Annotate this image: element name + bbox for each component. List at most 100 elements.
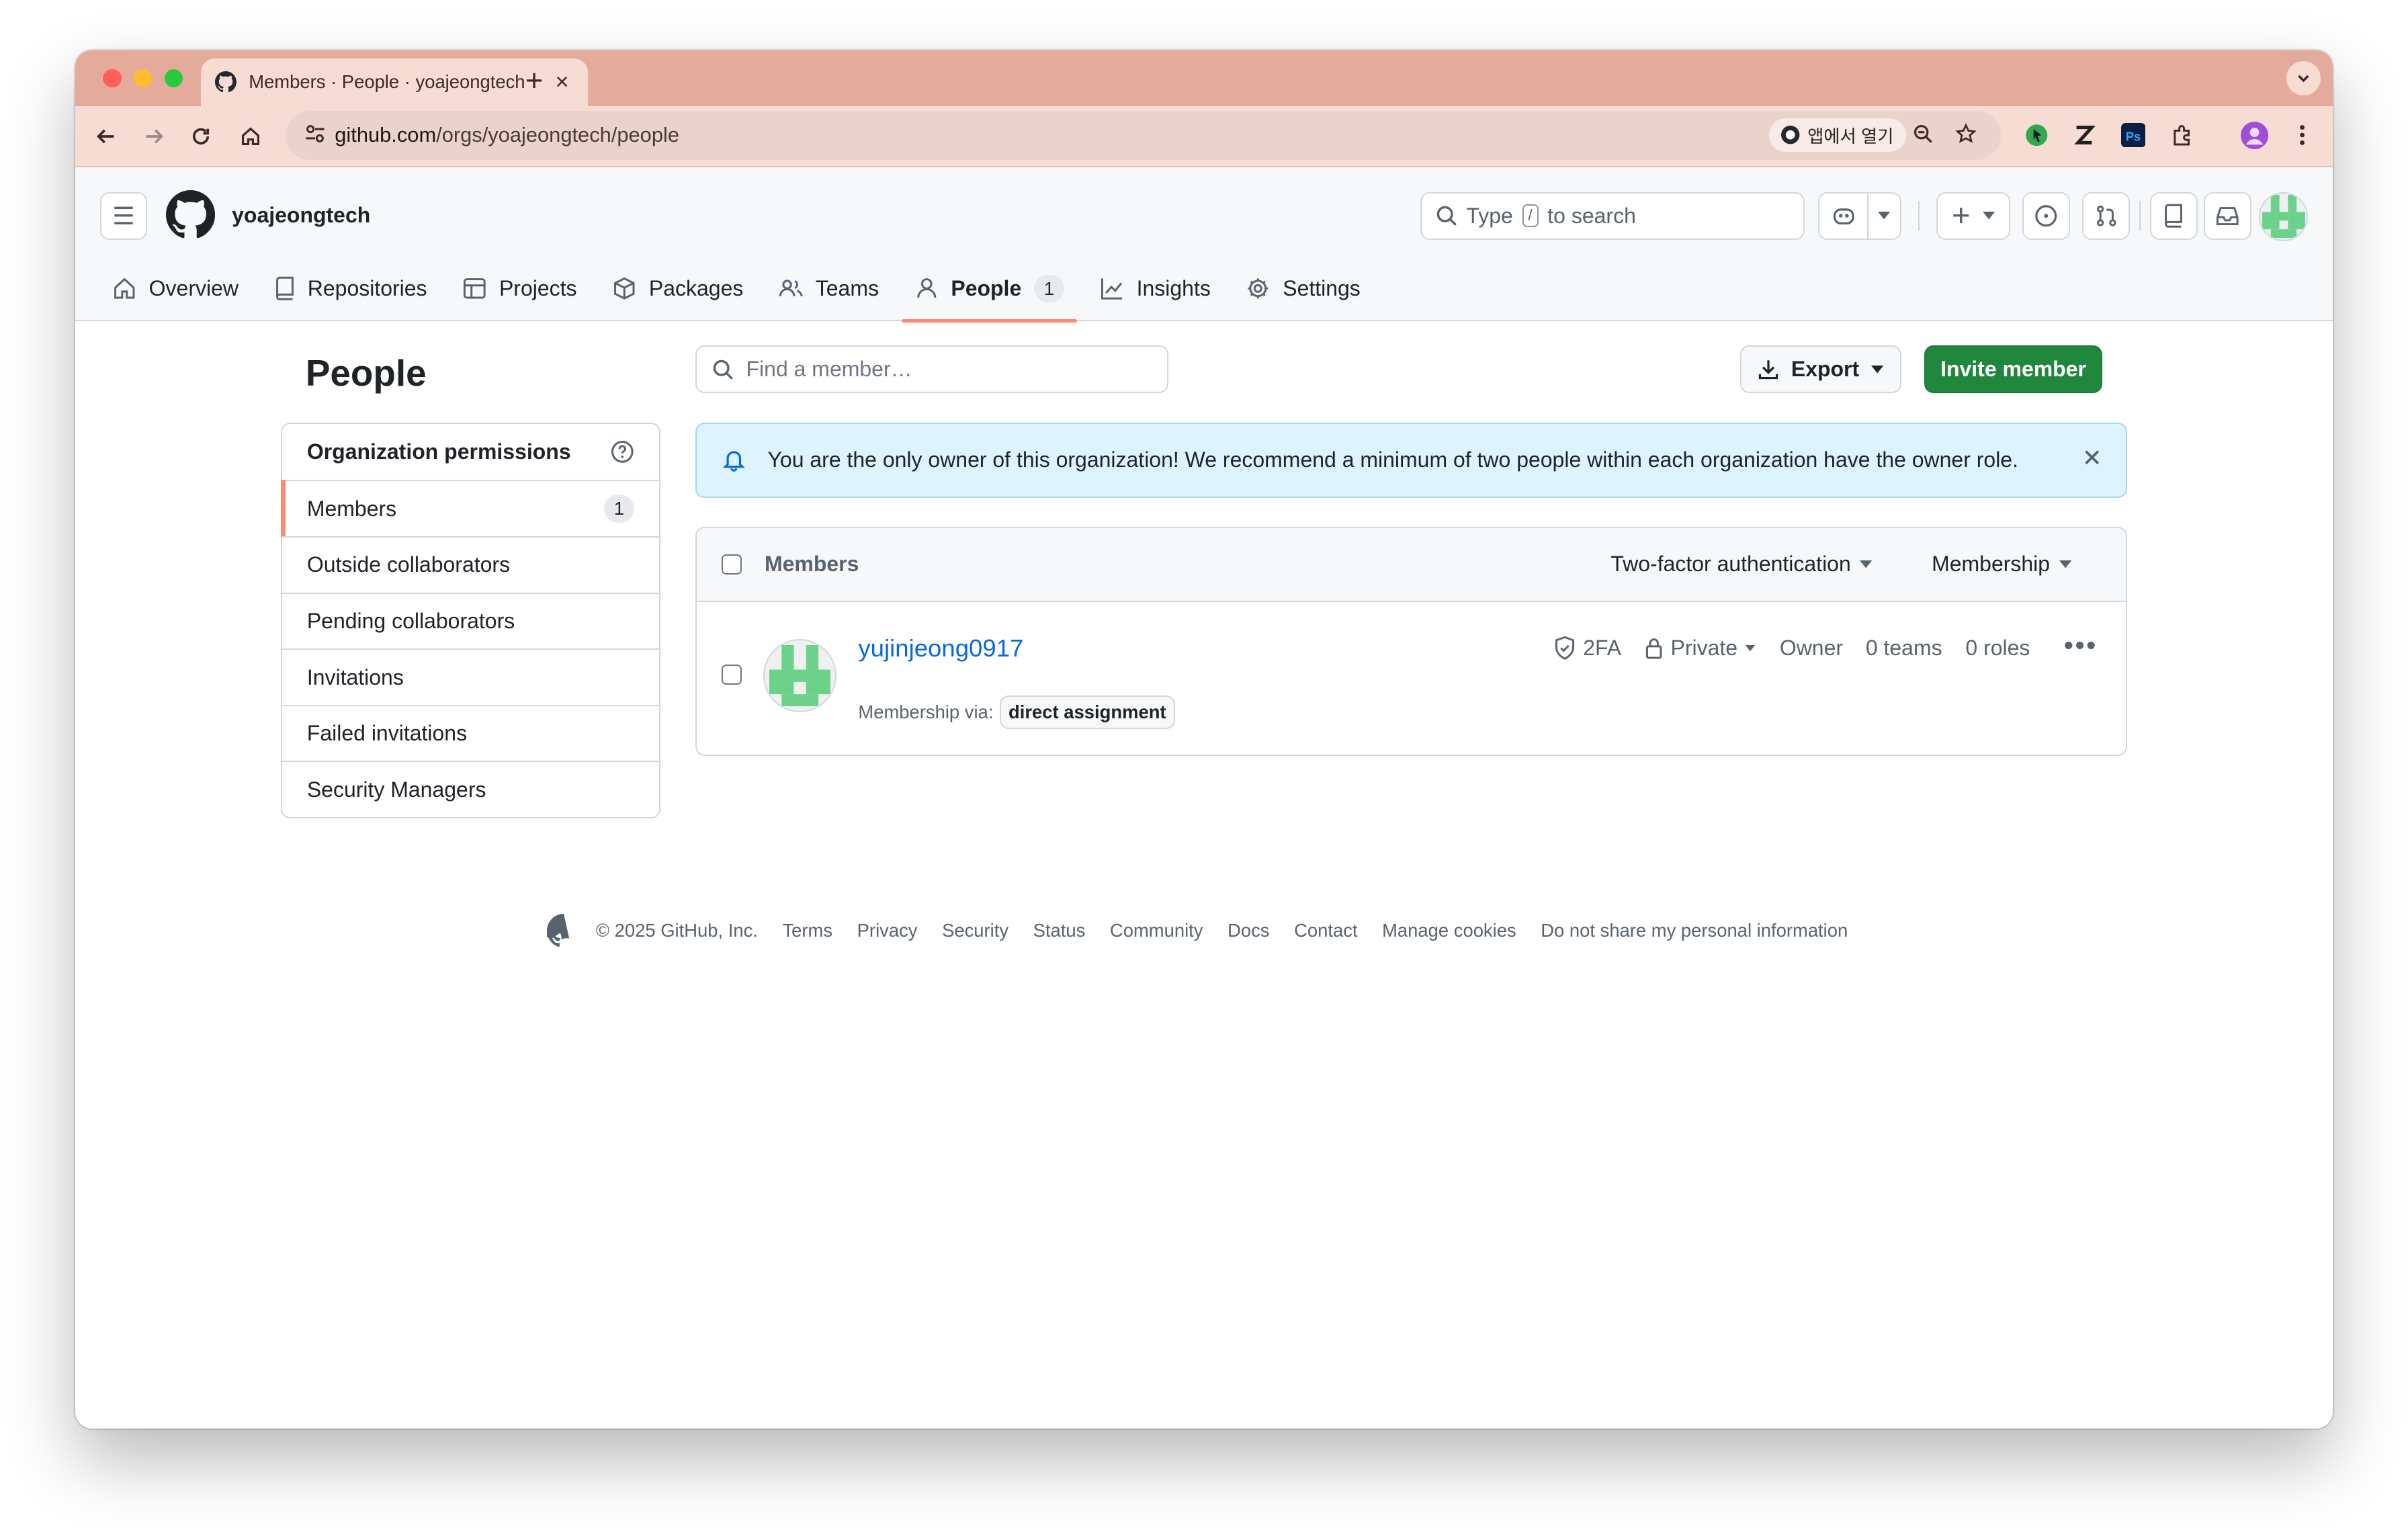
invite-member-button[interactable]: Invite member bbox=[1924, 345, 2103, 394]
tab-overview[interactable]: Overview bbox=[100, 257, 251, 321]
footer-link-privacy[interactable]: Privacy bbox=[857, 920, 918, 941]
tab-search-button[interactable] bbox=[2286, 61, 2321, 95]
gear-icon bbox=[1248, 278, 1268, 299]
org-name-link[interactable]: yoajeongtech bbox=[232, 203, 370, 228]
people-count-badge: 1 bbox=[1033, 275, 1065, 303]
bookmark-star-icon[interactable] bbox=[1954, 123, 1977, 144]
footer-link-manage-cookies[interactable]: Manage cookies bbox=[1382, 920, 1516, 941]
new-tab-icon[interactable]: + bbox=[525, 63, 544, 98]
footer-link-security[interactable]: Security bbox=[942, 920, 1008, 941]
sidebar-item-invitations[interactable]: Invitations bbox=[282, 648, 659, 705]
zoom-icon[interactable] bbox=[1912, 123, 1934, 144]
copilot-button[interactable] bbox=[1818, 192, 1869, 240]
member-teams[interactable]: 0 teams bbox=[1866, 636, 1942, 661]
export-button[interactable]: Export bbox=[1739, 345, 1901, 394]
tab-people[interactable]: People 1 bbox=[902, 257, 1077, 323]
extension-z-icon[interactable] bbox=[2069, 120, 2100, 151]
reload-icon bbox=[193, 128, 210, 145]
caret-down-icon bbox=[1860, 560, 1873, 568]
footer-copyright: © 2025 GitHub, Inc. bbox=[595, 920, 758, 941]
member-username-link[interactable]: yujinjeong0917 bbox=[858, 634, 1023, 663]
footer-link-do-not-share[interactable]: Do not share my personal information bbox=[1541, 920, 1848, 941]
issue-opened-icon bbox=[2035, 205, 2057, 227]
reload-button[interactable] bbox=[184, 120, 218, 153]
question-icon[interactable] bbox=[610, 439, 635, 464]
address-bar[interactable]: github.com/orgs/yoajeongtech/people 앱에서 … bbox=[286, 110, 2002, 160]
extension-cursor-icon[interactable] bbox=[2021, 120, 2052, 151]
svg-text:Ps: Ps bbox=[2125, 129, 2140, 143]
tab-repositories[interactable]: Repositories bbox=[261, 257, 439, 321]
identicon-icon bbox=[2262, 195, 2305, 239]
footer-link-status[interactable]: Status bbox=[1033, 920, 1086, 941]
member-select-checkbox[interactable] bbox=[721, 665, 742, 685]
membership-filter-dropdown[interactable]: Membership bbox=[1932, 552, 2072, 577]
close-icon[interactable] bbox=[2083, 448, 2101, 466]
issues-button[interactable] bbox=[2022, 192, 2071, 240]
sidebar-item-members[interactable]: Members 1 bbox=[280, 479, 659, 538]
sidebar-item-security-managers[interactable]: Security Managers bbox=[282, 761, 659, 817]
url-text: github.com/orgs/yoajeongtech/people bbox=[335, 122, 679, 146]
create-new-button[interactable] bbox=[1936, 192, 2010, 240]
site-settings-icon[interactable] bbox=[304, 123, 326, 144]
forward-button[interactable] bbox=[136, 120, 170, 153]
tab-teams[interactable]: Teams bbox=[767, 257, 892, 321]
identicon-icon bbox=[769, 644, 831, 707]
find-member-input[interactable]: Find a member… bbox=[695, 345, 1169, 394]
footer-link-community[interactable]: Community bbox=[1110, 920, 1203, 941]
repo-icon bbox=[2165, 204, 2183, 228]
notifications-button[interactable] bbox=[2203, 192, 2251, 240]
home-button[interactable] bbox=[233, 120, 267, 153]
more-actions-icon[interactable]: ••• bbox=[2064, 630, 2098, 661]
two-factor-filter-dropdown[interactable]: Two-factor authentication bbox=[1610, 552, 1873, 577]
footer-link-terms[interactable]: Terms bbox=[782, 920, 832, 941]
tab-settings[interactable]: Settings bbox=[1234, 257, 1373, 321]
sidebar-item-failed-invitations[interactable]: Failed invitations bbox=[282, 704, 659, 761]
select-all-checkbox[interactable] bbox=[721, 554, 742, 575]
footer-link-contact[interactable]: Contact bbox=[1294, 920, 1357, 941]
global-search-input[interactable]: Type / to search bbox=[1420, 192, 1805, 240]
tab-packages[interactable]: Packages bbox=[600, 257, 756, 321]
extensions-puzzle-icon[interactable] bbox=[2167, 120, 2198, 151]
maximize-window-button[interactable] bbox=[164, 69, 183, 88]
minimize-window-button[interactable] bbox=[133, 69, 153, 88]
browser-menu-icon[interactable] bbox=[2286, 120, 2317, 151]
global-nav-menu-button[interactable] bbox=[99, 192, 148, 240]
footer-link-docs[interactable]: Docs bbox=[1228, 920, 1269, 941]
members-table-header: Members Two-factor authentication Member… bbox=[697, 527, 2126, 602]
open-in-app-button[interactable]: 앱에서 열기 bbox=[1769, 118, 1906, 153]
page-footer: © 2025 GitHub, Inc. Terms Privacy Securi… bbox=[546, 913, 1848, 947]
visibility-dropdown[interactable]: Private bbox=[1645, 636, 1756, 661]
bell-icon bbox=[722, 451, 745, 472]
pull-requests-button[interactable] bbox=[2082, 192, 2131, 240]
download-icon bbox=[1758, 359, 1778, 379]
user-avatar[interactable] bbox=[2259, 192, 2309, 241]
hamburger-icon bbox=[114, 206, 133, 225]
close-window-button[interactable] bbox=[103, 69, 122, 88]
github-logo-icon[interactable] bbox=[165, 190, 215, 239]
caret-down-icon bbox=[2059, 560, 2072, 568]
github-logo-icon[interactable] bbox=[546, 913, 580, 947]
repo-icon bbox=[275, 277, 294, 301]
home-icon bbox=[114, 278, 135, 299]
member-roles[interactable]: 0 roles bbox=[1965, 636, 2030, 661]
shield-check-icon bbox=[1555, 636, 1574, 661]
avatar[interactable] bbox=[763, 638, 837, 713]
extension-ps-icon[interactable]: Ps bbox=[2118, 120, 2149, 151]
copilot-menu-button[interactable] bbox=[1867, 192, 1901, 240]
search-icon bbox=[713, 359, 734, 380]
banner-text: You are the only owner of this organizat… bbox=[767, 448, 2018, 472]
tab-insights[interactable]: Insights bbox=[1087, 257, 1223, 321]
member-role[interactable]: Owner bbox=[1780, 636, 1843, 661]
caret-down-icon bbox=[1878, 212, 1891, 220]
close-tab-icon[interactable]: × bbox=[550, 69, 574, 95]
copilot-icon bbox=[1833, 208, 1854, 225]
membership-via-chip[interactable]: direct assignment bbox=[999, 695, 1175, 729]
sidebar-item-pending-collaborators[interactable]: Pending collaborators bbox=[282, 592, 659, 649]
sidebar-header-org-permissions: Organization permissions bbox=[282, 424, 659, 480]
profile-avatar-icon[interactable] bbox=[2239, 120, 2270, 151]
tab-projects[interactable]: Projects bbox=[450, 257, 589, 321]
repositories-shortcut-button[interactable] bbox=[2149, 192, 2198, 240]
header-divider bbox=[1918, 201, 1920, 230]
sidebar-item-outside-collaborators[interactable]: Outside collaborators bbox=[282, 536, 659, 593]
back-button[interactable] bbox=[89, 120, 123, 153]
